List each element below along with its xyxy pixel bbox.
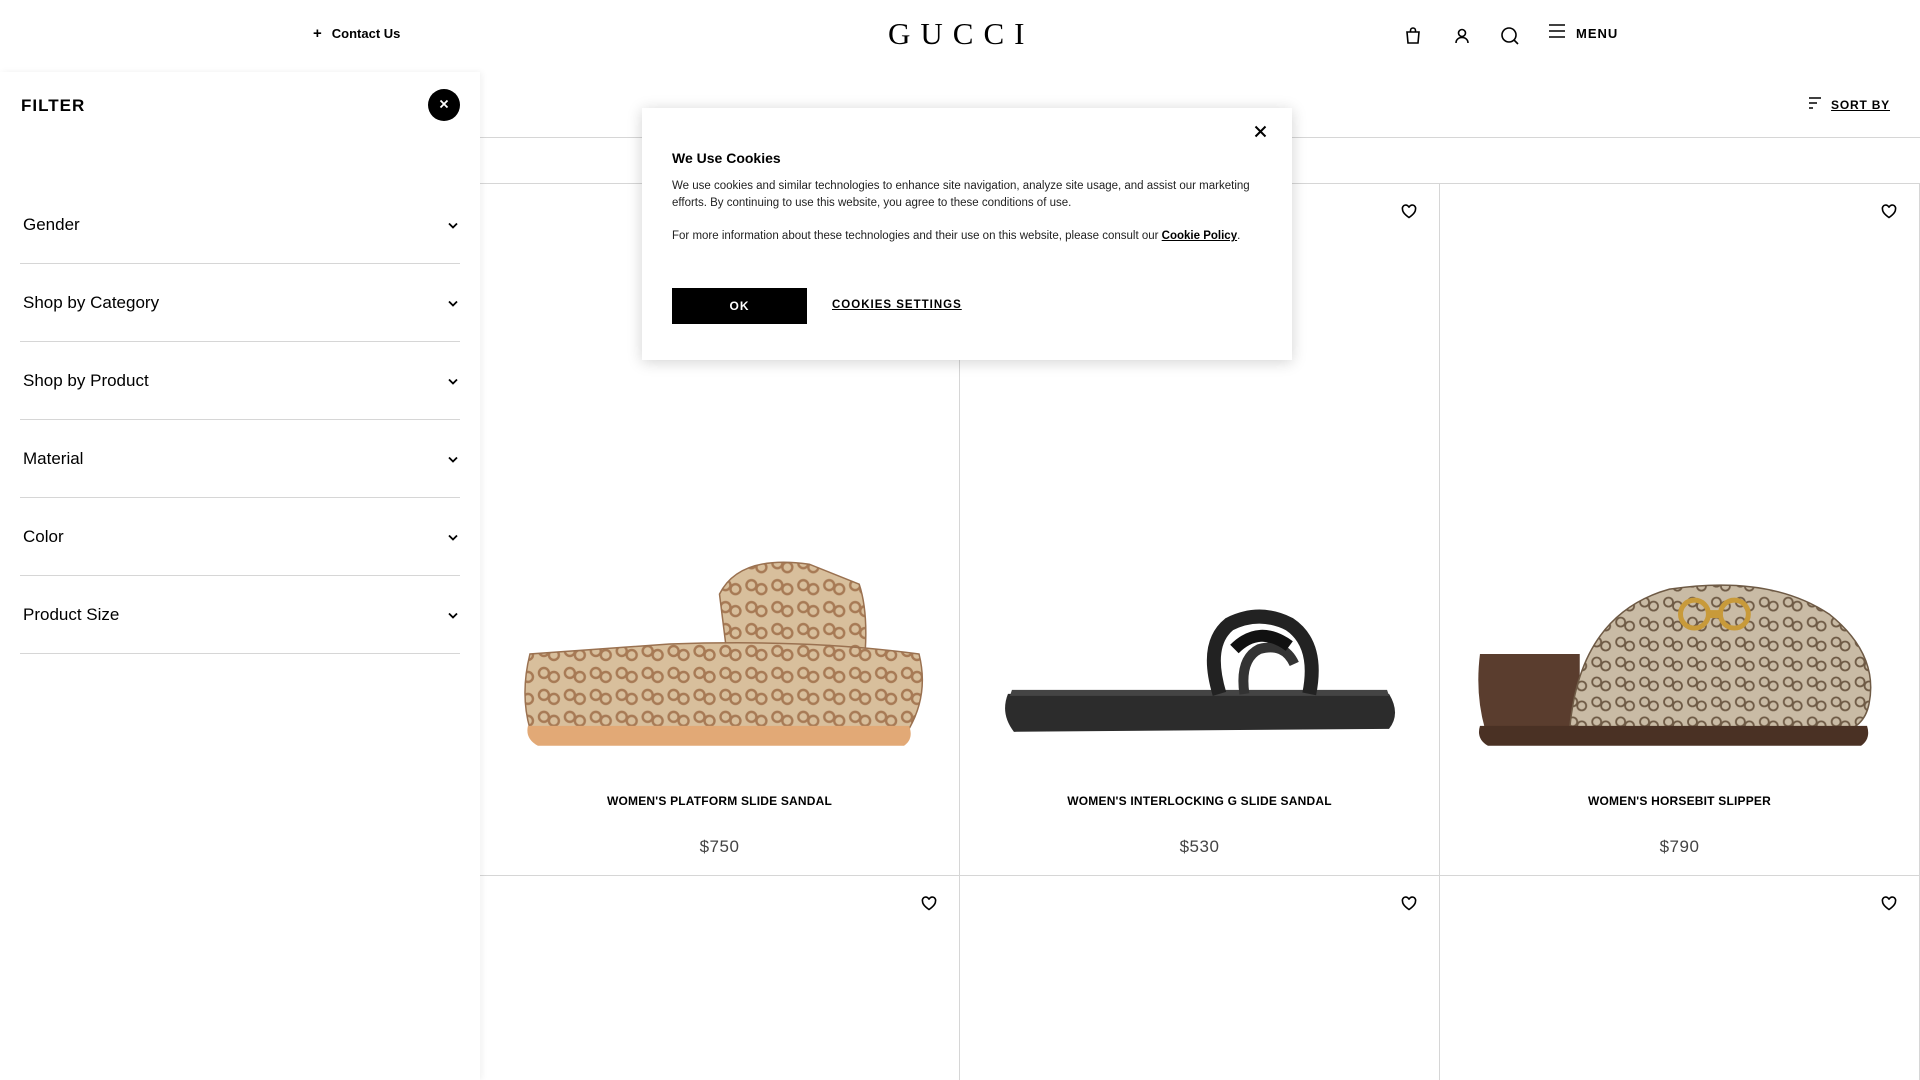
product-tile[interactable]: [480, 876, 960, 1080]
product-image-horsebit-slipper[interactable]: [1470, 544, 1889, 764]
product-tile[interactable]: [960, 876, 1440, 1080]
wishlist-heart-icon[interactable]: [1401, 896, 1417, 916]
menu-button[interactable]: MENU: [1548, 24, 1618, 43]
facet-label: Gender: [23, 214, 80, 234]
cookie-policy-link[interactable]: Cookie Policy: [1162, 230, 1237, 242]
chevron-down-icon: [448, 606, 458, 624]
menu-label: MENU: [1576, 26, 1619, 41]
gucci-logo[interactable]: GUCCI: [888, 16, 1034, 52]
cookie-policy-suffix: .: [1237, 230, 1241, 242]
chevron-down-icon: [448, 294, 458, 312]
site-header: + Contact Us GUCCI MENU: [0, 0, 1920, 72]
cookie-dialog-text: We use cookies and similar technologies …: [672, 180, 1250, 209]
contact-us-link[interactable]: + Contact Us: [313, 26, 400, 41]
sort-by-label: SORT BY: [1831, 98, 1890, 112]
cookie-consent-dialog: We Use Cookies We use cookies and simila…: [642, 108, 1292, 360]
wishlist-heart-icon[interactable]: [1881, 896, 1897, 916]
hamburger-menu-icon: [1548, 24, 1566, 43]
facet-color[interactable]: Color: [20, 498, 460, 576]
user-icon[interactable]: [1450, 24, 1474, 48]
wishlist-heart-icon[interactable]: [921, 896, 937, 916]
facet-shop-by-category[interactable]: Shop by Category: [20, 264, 460, 342]
facet-label: Color: [23, 526, 64, 546]
facet-product-size[interactable]: Product Size: [20, 576, 460, 654]
wishlist-heart-icon[interactable]: [1881, 204, 1897, 224]
facet-label: Product Size: [23, 604, 120, 624]
product-name[interactable]: WOMEN'S HORSEBIT SLIPPER: [1440, 794, 1919, 808]
sort-by-button[interactable]: SORT BY: [1808, 96, 1890, 114]
cookie-policy-prefix: For more information about these technol…: [672, 230, 1162, 242]
product-price: $750: [699, 837, 740, 856]
product-image-platform-slide[interactable]: [510, 544, 929, 764]
sort-icon: [1808, 96, 1822, 114]
wishlist-heart-icon[interactable]: [1401, 204, 1417, 224]
cookies-settings-link[interactable]: COOKIES SETTINGS: [832, 299, 962, 311]
product-tile[interactable]: [1440, 876, 1920, 1080]
facet-label: Material: [23, 448, 84, 468]
chevron-down-icon: [448, 528, 458, 546]
filter-panel: FILTER Gender Shop by Category Shop by P…: [0, 72, 480, 1080]
product-price: $790: [1659, 837, 1700, 856]
product-tile[interactable]: WOMEN'S HORSEBIT SLIPPER $790: [1440, 184, 1920, 876]
filter-title: FILTER: [21, 96, 86, 115]
chevron-down-icon: [448, 450, 458, 468]
plus-icon: +: [313, 25, 322, 42]
contact-us-label: Contact Us: [331, 26, 401, 41]
facet-gender[interactable]: Gender: [20, 186, 460, 264]
product-name[interactable]: WOMEN'S PLATFORM SLIDE SANDAL: [480, 794, 959, 808]
chevron-down-icon: [448, 372, 458, 390]
cookie-close-button[interactable]: [1248, 122, 1272, 146]
product-price: $530: [1179, 837, 1220, 856]
close-icon: [1254, 125, 1267, 143]
facet-shop-by-product[interactable]: Shop by Product: [20, 342, 460, 420]
facet-material[interactable]: Material: [20, 420, 460, 498]
product-name[interactable]: WOMEN'S INTERLOCKING G SLIDE SANDAL: [960, 794, 1439, 808]
search-icon[interactable]: [1498, 24, 1522, 48]
cookie-dialog-policy-text: For more information about these technol…: [672, 228, 1262, 245]
chevron-down-icon: [448, 216, 458, 234]
shopping-bag-icon[interactable]: [1401, 24, 1425, 48]
filter-close-button[interactable]: [428, 89, 460, 121]
facet-label: Shop by Product: [23, 370, 149, 390]
cookie-dialog-title: We Use Cookies: [672, 150, 781, 166]
product-image-interlocking-g-slide[interactable]: [990, 544, 1409, 764]
close-icon: [439, 96, 449, 114]
facet-label: Shop by Category: [23, 292, 160, 312]
cookie-ok-button[interactable]: OK: [672, 288, 807, 324]
